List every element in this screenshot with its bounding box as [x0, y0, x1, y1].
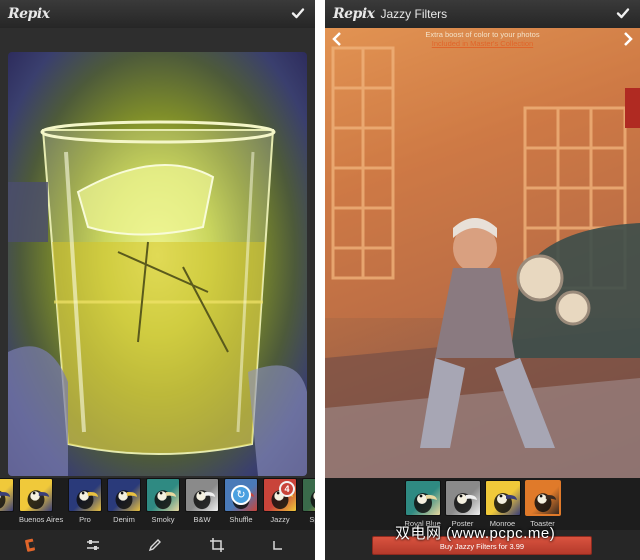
photo-canvas[interactable] [0, 28, 315, 478]
pencil-button[interactable] [124, 530, 186, 560]
brush-tool-icon [25, 538, 35, 552]
filter-thumbnail [302, 478, 315, 512]
filter-thumbnail [68, 478, 102, 512]
crop-button[interactable] [186, 530, 248, 560]
crop-icon [210, 538, 224, 552]
collection-link[interactable]: Included in Master's Collection [325, 39, 640, 48]
girl-car-image [325, 28, 640, 478]
filter-thumbnail [524, 480, 561, 516]
preview-photo [325, 28, 640, 478]
filter-label: Spots [309, 515, 315, 524]
tea-glass-image [8, 120, 307, 476]
filter-label: Jazzy [270, 515, 290, 524]
filter-label: Buenos Aires [19, 515, 64, 524]
filter-label: Denim [113, 515, 135, 524]
shuffle-icon: ↻ [231, 485, 251, 505]
left-filter-item[interactable]: Denim [107, 478, 141, 524]
right-filter-item[interactable]: Monroe [484, 480, 521, 528]
filter-label: B&W [193, 515, 211, 524]
left-filter-item[interactable]: 4Spots [302, 478, 315, 524]
right-filter-item[interactable]: Royal Blue [404, 480, 441, 528]
next-arrow-icon[interactable] [622, 32, 634, 46]
left-filter-item[interactable]: Smoky [146, 478, 180, 524]
left-filter-item[interactable]: ↻ Shuffle [224, 478, 258, 524]
filter-thumbnail [185, 478, 219, 512]
left-top-bar: Repix [0, 0, 315, 28]
screen-title: Jazzy Filters [380, 7, 448, 21]
brush-tool-button[interactable] [0, 530, 62, 560]
filter-thumbnail [0, 478, 14, 512]
promo-banner: Extra boost of color to your photos Incl… [325, 30, 640, 52]
confirm-check-icon[interactable] [616, 6, 630, 20]
app-logo: Repix [8, 6, 50, 22]
confirm-check-icon[interactable] [291, 6, 305, 20]
site-watermark: 双电网 (www.pcpc.me) [395, 525, 556, 542]
app-logo: Repix [333, 6, 375, 22]
adjust-sliders-icon [87, 540, 99, 550]
filter-strip[interactable]: Buenos Aires Pro Denim Smoky B&W ↻ Shuffle 4 Jaz… [0, 478, 315, 530]
previous-arrow-icon[interactable] [331, 32, 343, 46]
right-top-bar: Repix Jazzy Filters [325, 0, 640, 28]
edited-photo [8, 52, 307, 476]
left-filter-item[interactable] [0, 478, 14, 515]
filter-thumbnail [444, 480, 481, 516]
filter-label: Shuffle [229, 515, 253, 524]
filter-thumbnail [107, 478, 141, 512]
filter-label: Pro [79, 515, 91, 524]
right-filter-item[interactable]: Toaster [524, 480, 561, 528]
lock-count-badge: 4 [279, 481, 295, 497]
left-filter-item[interactable]: B&W [185, 478, 219, 524]
filter-thumbnail [146, 478, 180, 512]
promo-description: Extra boost of color to your photos [425, 30, 540, 39]
filter-thumbnail [19, 478, 53, 512]
filter-thumbnail [404, 480, 441, 516]
left-editor-screen: Repix Buenos Aires Pro Denim Smoky B&W ↻… [0, 0, 315, 560]
adjust-button[interactable] [62, 530, 124, 560]
filter-thumbnail [484, 480, 521, 516]
left-filter-item[interactable]: Pro [68, 478, 102, 524]
rotate-button[interactable] [248, 530, 310, 560]
left-filter-item[interactable]: Buenos Aires [19, 478, 63, 524]
rotate-icon [273, 541, 282, 550]
filter-label: Smoky [151, 515, 175, 524]
left-filter-item[interactable]: 4 Jazzy [263, 478, 297, 524]
right-filter-item[interactable]: Poster [444, 480, 481, 528]
right-store-screen: Repix Jazzy Filters Extra boost of color… [325, 0, 640, 560]
pencil-icon [148, 539, 161, 552]
bottom-toolbar [0, 530, 315, 560]
